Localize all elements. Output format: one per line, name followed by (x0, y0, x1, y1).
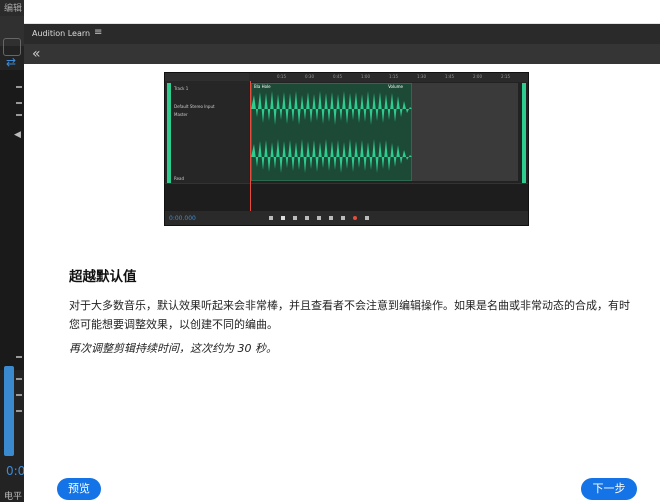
double-chevron-left-icon[interactable]: « (32, 45, 41, 63)
ruler-tick: 2:15 (501, 74, 510, 79)
shot-track-name: Track 1 (174, 86, 189, 91)
bg-mark (16, 102, 22, 104)
tutorial-screenshot: Track 1 Default Stereo Input Master Read… (164, 72, 529, 226)
shot-output-label: Master (174, 112, 188, 117)
learn-top-strip (24, 0, 660, 24)
ruler-tick: 0:15 (277, 74, 286, 79)
next-button[interactable]: 下一步 (581, 478, 637, 500)
shot-playhead (250, 81, 251, 211)
shot-read-label: Read (174, 176, 185, 181)
ruler-tick: 0:30 (305, 74, 314, 79)
shot-empty-timeline (412, 83, 518, 181)
bg-tool-button[interactable] (3, 38, 21, 56)
learn-title: Audition Learn (32, 29, 91, 38)
content-instruction: 再次调整剪辑持续时间，这次约为 30 秒。 (69, 342, 277, 355)
shot-track-toolbar (165, 73, 249, 81)
bg-toolbar (0, 16, 24, 56)
learn-navbar: « (24, 44, 660, 64)
shot-time-ruler: 0:15 0:30 0:45 1:00 1:15 1:30 1:45 2:00 … (249, 73, 528, 82)
pause-icon (293, 216, 297, 220)
stop-icon (269, 216, 273, 220)
bg-time-readout: 0:0 (6, 464, 26, 478)
ruler-tick: 2:00 (473, 74, 482, 79)
bg-mark (16, 410, 22, 412)
ruler-tick: 1:45 (445, 74, 454, 79)
shot-time-display: 0:00.000 (169, 215, 196, 222)
content-heading: 超越默认值 (69, 269, 137, 285)
bg-mark (16, 114, 22, 116)
ruler-tick: 1:30 (417, 74, 426, 79)
forward-icon (329, 216, 333, 220)
back-icon (317, 216, 321, 220)
screen: 编辑 ⇄ ◀ 0:0 电平 Audition Learn ≡ « Track 1… (0, 0, 660, 502)
bg-mark (16, 394, 22, 396)
shot-waveform-top (251, 91, 412, 125)
fast-forward-icon (341, 216, 345, 220)
bg-bottom-label: 电平 (4, 492, 23, 502)
play-icon (281, 216, 285, 220)
loop-icon (365, 216, 369, 220)
record-icon (353, 216, 357, 220)
shot-transport-bar: 0:00.000 (165, 211, 528, 225)
shot-input-label: Default Stereo Input (174, 104, 215, 109)
ruler-tick: 0:45 (333, 74, 342, 79)
learn-titlebar: Audition Learn ≡ (24, 24, 660, 44)
content-paragraph: 对于大多数音乐，默认效果听起来会非常棒，并且查看者不会注意到编辑操作。如果是名曲… (69, 299, 630, 331)
swap-icon[interactable]: ⇄ (6, 55, 16, 69)
ruler-tick: 1:00 (361, 74, 370, 79)
preview-button[interactable]: 预览 (57, 478, 101, 500)
learn-panel: Audition Learn ≡ « Track 1 Default Stere… (24, 0, 660, 502)
bg-level-bar (4, 366, 14, 456)
shot-master-track (165, 183, 528, 211)
ruler-tick: 1:15 (389, 74, 398, 79)
shot-waveform-bottom (251, 139, 412, 173)
arrow-left-icon: ◀ (14, 130, 21, 140)
bg-mark (16, 356, 22, 358)
bg-mark (16, 378, 22, 380)
bg-mark (16, 86, 22, 88)
shot-track-color (167, 83, 171, 183)
hamburger-icon[interactable]: ≡ (94, 27, 102, 38)
bg-menu-edit[interactable]: 编辑 (4, 1, 22, 14)
rewind-icon (305, 216, 309, 220)
